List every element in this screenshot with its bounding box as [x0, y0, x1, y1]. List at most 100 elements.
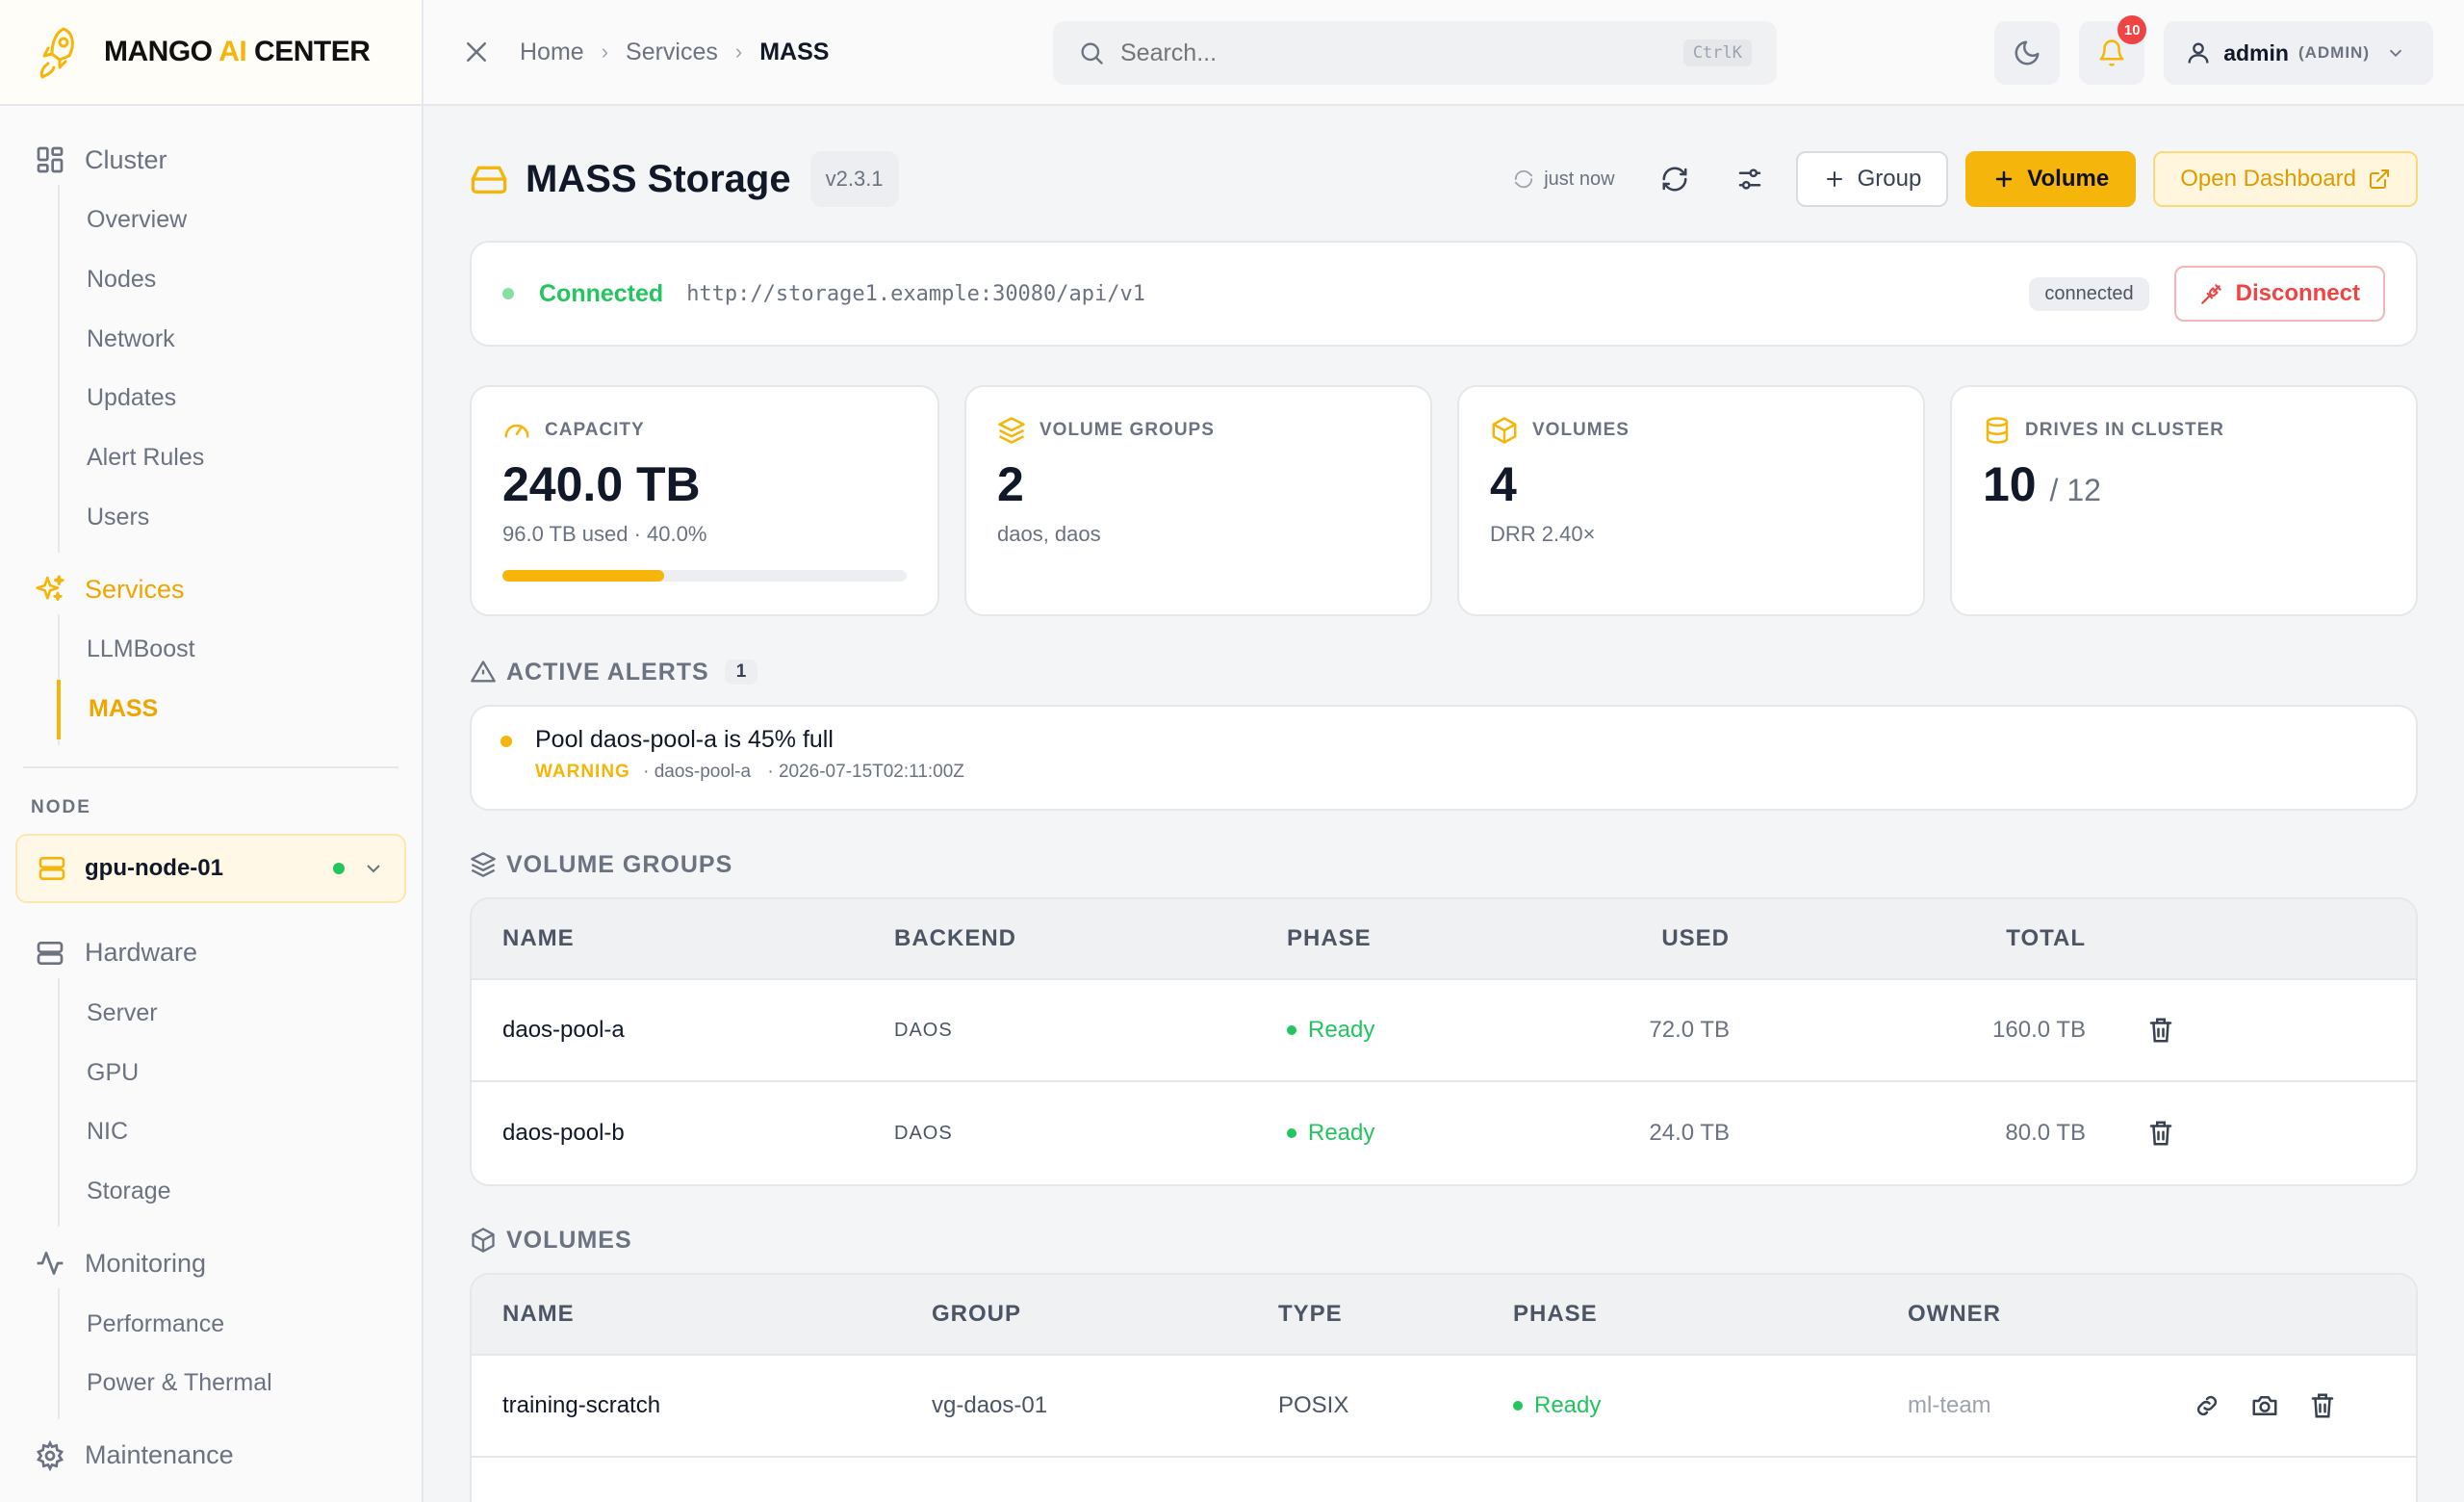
- stat-label: DRIVES IN CLUSTER: [1983, 416, 2385, 445]
- column-owner[interactable]: OWNER: [1908, 1301, 2148, 1328]
- search-icon: [1081, 42, 1103, 65]
- nav-section-cluster[interactable]: Cluster: [0, 135, 422, 185]
- column-type[interactable]: TYPE: [1278, 1301, 1513, 1328]
- stat-capacity: CAPACITY 240.0 TB 96.0 TB used · 40.0%: [470, 385, 939, 616]
- brand[interactable]: MANGO AI CENTER: [0, 0, 422, 106]
- table-row[interactable]: daos-pool-a DAOS Ready 72.0 TB 160.0 TB: [472, 980, 2416, 1082]
- page-title: MASS Storage: [526, 157, 791, 200]
- stat-desc: 96.0 TB used · 40.0%: [502, 522, 707, 546]
- notification-badge: 10: [2118, 15, 2147, 44]
- nav-section-maintenance[interactable]: Maintenance: [0, 1431, 422, 1481]
- sidebar-item-storage[interactable]: Storage: [60, 1162, 422, 1222]
- notifications-button[interactable]: 10: [2079, 15, 2147, 85]
- group-phase: Ready: [1287, 1017, 1558, 1044]
- column-name[interactable]: NAME: [472, 925, 894, 952]
- node-selector[interactable]: gpu-node-01: [15, 833, 406, 903]
- search-input[interactable]: [1120, 39, 1683, 67]
- bell-icon: [2099, 39, 2124, 66]
- layers-icon: [998, 417, 1025, 444]
- disconnect-button[interactable]: Disconnect: [2173, 266, 2385, 322]
- stat-value: 2: [997, 457, 1024, 511]
- last-refresh: just now: [1513, 168, 1615, 191]
- add-volume-button[interactable]: Volume: [1965, 151, 2137, 207]
- sparkle-icon: [36, 575, 64, 602]
- row-actions: [2148, 1391, 2337, 1420]
- group-used: 24.0 TB: [1649, 1120, 1730, 1146]
- table-row[interactable]: training-scratch vg-daos-01 POSIX Ready …: [472, 1356, 2416, 1458]
- connection-status-dot: [502, 288, 514, 299]
- version-badge: v2.3.1: [809, 151, 899, 207]
- column-total[interactable]: TOTAL: [1730, 925, 2086, 952]
- stat-value: 10 / 12: [1983, 457, 2101, 511]
- capacity-progress-fill: [502, 570, 664, 582]
- database-icon: [1986, 417, 2009, 444]
- refresh-button[interactable]: [1646, 150, 1704, 208]
- table-row[interactable]: [472, 1458, 2416, 1502]
- trash-icon[interactable]: [2146, 1016, 2175, 1045]
- theme-toggle-button[interactable]: [1994, 21, 2061, 85]
- page-content: MASS Storage v2.3.1 just now Group Volum…: [424, 106, 2464, 1502]
- node-status-dot: [333, 862, 345, 874]
- sidebar-item-users[interactable]: Users: [60, 487, 422, 547]
- add-group-button[interactable]: Group: [1795, 151, 1949, 207]
- camera-icon[interactable]: [2250, 1391, 2279, 1420]
- sidebar-item-power-thermal[interactable]: Power & Thermal: [60, 1354, 422, 1413]
- sidebar-item-network[interactable]: Network: [60, 309, 422, 369]
- sidebar-item-overview[interactable]: Overview: [60, 191, 422, 250]
- server-icon: [38, 856, 65, 880]
- hardware-submenu: Server GPU NIC Storage: [58, 977, 422, 1228]
- plus-icon: [1826, 171, 1842, 187]
- column-backend[interactable]: BACKEND: [894, 925, 1287, 952]
- sidebar-item-llmboost[interactable]: LLMBoost: [60, 620, 422, 680]
- group-name: daos-pool-a: [502, 1017, 625, 1043]
- column-used[interactable]: USED: [1558, 925, 1730, 952]
- stat-label: CAPACITY: [502, 416, 907, 445]
- sidebar-item-mass[interactable]: MASS: [57, 679, 422, 739]
- breadcrumb-services[interactable]: Services: [626, 39, 718, 66]
- sidebar-item-nodes[interactable]: Nodes: [60, 250, 422, 310]
- unplug-icon: [2200, 284, 2221, 304]
- column-name[interactable]: NAME: [472, 1301, 932, 1328]
- breadcrumb-home[interactable]: Home: [520, 39, 584, 66]
- link-icon[interactable]: [2193, 1391, 2221, 1420]
- nav-section-monitoring[interactable]: Monitoring: [0, 1238, 422, 1288]
- column-phase[interactable]: PHASE: [1287, 925, 1558, 952]
- refresh-icon: [1515, 169, 1533, 189]
- page-actions: just now Group Volume Open Dashboard: [1513, 150, 2418, 208]
- alerts-count: 1: [724, 660, 758, 685]
- group-used: 72.0 TB: [1649, 1017, 1730, 1043]
- refresh-icon: [1662, 167, 1687, 192]
- sidebar-item-gpu[interactable]: GPU: [60, 1043, 422, 1102]
- settings-button[interactable]: [1721, 150, 1779, 208]
- trash-icon[interactable]: [2308, 1391, 2337, 1420]
- user-role: (ADMIN): [2297, 43, 2370, 62]
- gear-icon: [37, 1439, 64, 1471]
- column-phase[interactable]: PHASE: [1513, 1301, 1908, 1328]
- plus-icon: [1996, 170, 2013, 188]
- table-row[interactable]: daos-pool-b DAOS Ready 24.0 TB 80.0 TB: [472, 1082, 2416, 1184]
- layers-icon: [471, 852, 496, 877]
- sidebar-item-alert-rules[interactable]: Alert Rules: [60, 428, 422, 488]
- row-actions: [2086, 1119, 2175, 1148]
- alert-item[interactable]: Pool daos-pool-a is 45% full WARNING · d…: [470, 705, 2418, 811]
- search-box[interactable]: CtrlK: [1053, 21, 1777, 85]
- sidebar-item-performance[interactable]: Performance: [60, 1294, 422, 1354]
- close-icon[interactable]: [462, 38, 491, 66]
- trash-icon[interactable]: [2146, 1119, 2175, 1148]
- sidebar-item-server[interactable]: Server: [60, 984, 422, 1044]
- sidebar-item-updates[interactable]: Updates: [60, 369, 422, 428]
- brand-name: MANGO AI CENTER: [104, 36, 371, 67]
- capacity-progress: [502, 570, 907, 582]
- sidebar-item-nic[interactable]: NIC: [60, 1102, 422, 1162]
- moon-icon: [2015, 40, 2040, 65]
- nav-section-services[interactable]: Services: [0, 564, 422, 614]
- open-dashboard-button[interactable]: Open Dashboard: [2153, 151, 2418, 207]
- nav-section-hardware[interactable]: Hardware: [0, 928, 422, 978]
- connection-pill: connected: [2029, 276, 2149, 311]
- topbar-actions: 10 admin (ADMIN): [1994, 15, 2433, 85]
- breadcrumb-chevron-icon: ›: [601, 39, 609, 64]
- breadcrumb-chevron-icon: ›: [734, 39, 743, 64]
- user-menu-button[interactable]: admin (ADMIN): [2164, 21, 2433, 85]
- column-group[interactable]: GROUP: [932, 1301, 1278, 1328]
- sidebar-divider: [23, 765, 398, 768]
